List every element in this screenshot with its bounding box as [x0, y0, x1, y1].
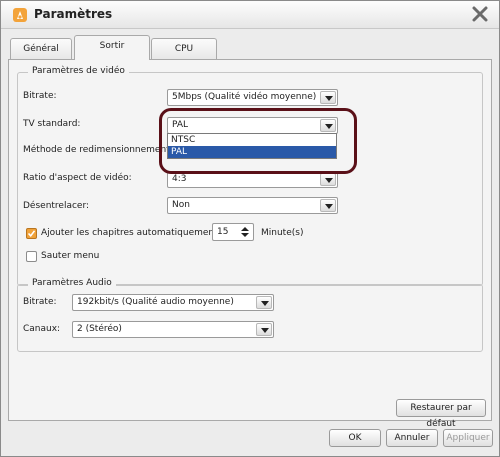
audio-bitrate-value: 192kbit/s (Qualité audio moyenne): [77, 297, 234, 307]
spinner-arrows-icon[interactable]: [238, 225, 252, 239]
deinterlace-value: Non: [172, 200, 190, 210]
audio-channels-select[interactable]: 2 (Stéréo): [72, 321, 274, 338]
video-bitrate-label: Bitrate:: [23, 91, 57, 101]
tv-option-pal[interactable]: PAL: [168, 146, 336, 158]
tab-cpu[interactable]: CPU: [151, 38, 217, 59]
tab-sortir[interactable]: Sortir: [74, 35, 150, 60]
aspect-ratio-value: 4:3: [172, 174, 187, 184]
cancel-button[interactable]: Annuler: [386, 429, 438, 447]
tv-standard-value: PAL: [172, 120, 189, 130]
skip-menu-label: Sauter menu: [41, 251, 100, 261]
chevron-down-icon[interactable]: [320, 119, 336, 132]
audio-group-title: Paramètres Audio: [28, 278, 116, 288]
auto-chapters-label: Ajouter les chapitres automatiquement:: [41, 228, 221, 238]
dialog-body: Général Sortir CPU Paramètres de vidéo P…: [4, 29, 496, 455]
auto-chapters-checkbox[interactable]: [26, 228, 37, 239]
tv-option-ntsc[interactable]: NTSC: [168, 134, 336, 146]
audio-bitrate-select[interactable]: 192kbit/s (Qualité audio moyenne): [72, 294, 274, 311]
close-icon[interactable]: [471, 5, 489, 23]
tv-standard-select[interactable]: PAL: [167, 117, 338, 134]
audio-channels-label: Canaux:: [23, 324, 61, 334]
audio-bitrate-label: Bitrate:: [23, 297, 57, 307]
skip-menu-checkbox[interactable]: [26, 251, 37, 262]
chevron-down-icon[interactable]: [256, 323, 272, 336]
ok-button[interactable]: OK: [329, 429, 381, 447]
video-bitrate-value: 5Mbps (Qualité vidéo moyenne): [172, 92, 317, 102]
deinterlace-select[interactable]: Non: [167, 197, 338, 214]
title-bar[interactable]: Paramètres: [1, 1, 499, 29]
chapters-interval-stepper[interactable]: 15: [212, 223, 254, 241]
tab-general[interactable]: Général: [10, 38, 72, 59]
restore-defaults-button[interactable]: Restaurer par défaut: [396, 399, 486, 429]
aspect-ratio-select[interactable]: 4:3: [167, 171, 338, 188]
apply-button[interactable]: Appliquer: [443, 429, 493, 447]
chevron-down-icon[interactable]: [320, 199, 336, 212]
chapters-unit-label: Minute(s): [261, 228, 304, 238]
window-title: Paramètres: [34, 7, 113, 21]
deinterlace-label: Désentrelacer:: [23, 201, 90, 211]
aspect-ratio-label: Ratio d'aspect de vidéo:: [23, 173, 132, 183]
checkmark-icon: [27, 230, 36, 238]
video-bitrate-select[interactable]: 5Mbps (Qualité vidéo moyenne): [167, 89, 338, 106]
chevron-down-icon[interactable]: [256, 296, 272, 309]
video-group-title: Paramètres de vidéo: [28, 66, 129, 76]
tv-standard-dropdown-list: NTSC PAL: [167, 133, 337, 159]
chevron-down-icon[interactable]: [320, 173, 336, 186]
chevron-down-icon[interactable]: [320, 91, 336, 104]
settings-dialog: Paramètres Général Sortir CPU Paramètres…: [0, 0, 500, 457]
chapters-interval-value: 15: [217, 227, 229, 237]
audio-channels-value: 2 (Stéréo): [77, 324, 122, 334]
app-logo-icon: [13, 8, 27, 22]
tv-standard-label: TV standard:: [23, 119, 81, 129]
resize-method-label: Méthode de redimensionnement:: [23, 145, 173, 155]
